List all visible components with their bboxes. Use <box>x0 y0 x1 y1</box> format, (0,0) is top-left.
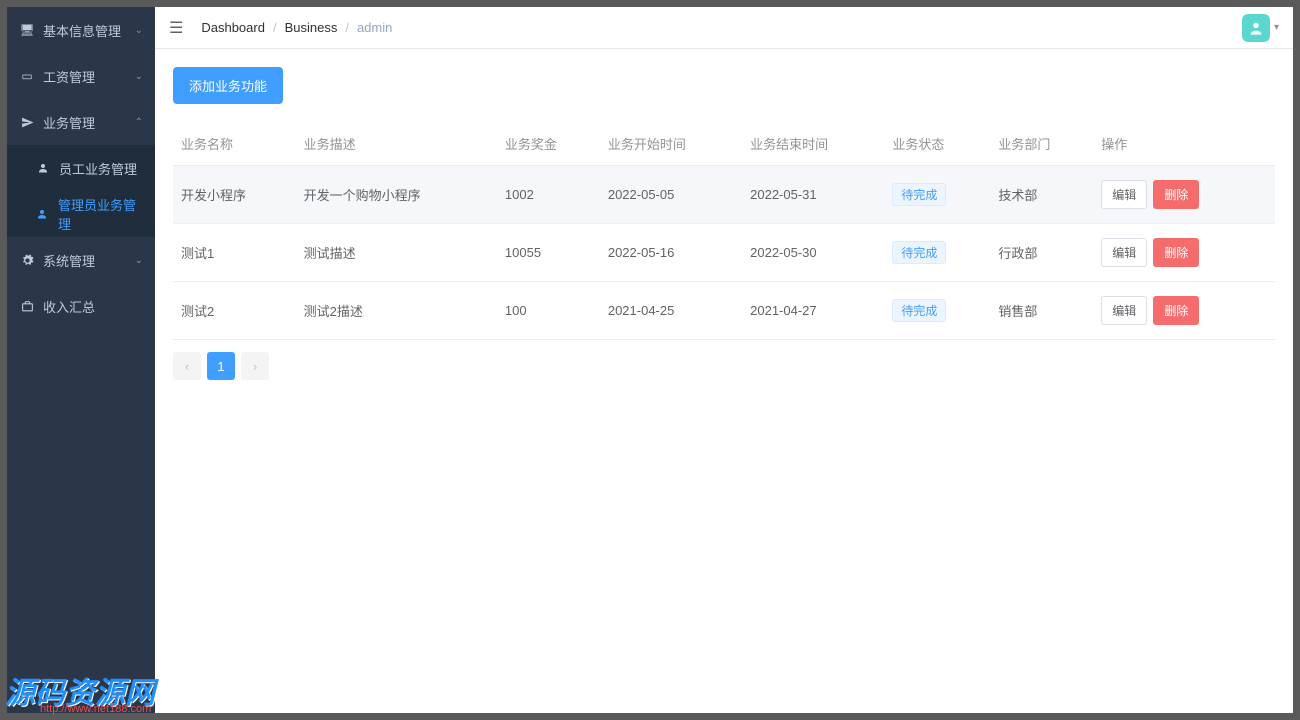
cell-status: 待完成 <box>884 224 990 282</box>
cell-end: 2022-05-31 <box>742 166 884 224</box>
gear-icon <box>19 254 35 267</box>
cell-bonus: 10055 <box>497 224 600 282</box>
sidebar-item-label: 系统管理 <box>43 251 95 270</box>
breadcrumb-item-current: admin <box>357 20 392 35</box>
col-actions: 操作 <box>1093 122 1275 166</box>
cell-bonus: 1002 <box>497 166 600 224</box>
cell-actions: 编辑删除 <box>1093 282 1275 340</box>
sidebar-item-label: 员工业务管理 <box>59 159 137 178</box>
pagination: ‹ 1 › <box>173 352 1275 380</box>
cell-actions: 编辑删除 <box>1093 224 1275 282</box>
delete-button[interactable]: 删除 <box>1153 238 1199 267</box>
edit-button[interactable]: 编辑 <box>1101 296 1147 325</box>
cell-dept: 技术部 <box>990 166 1093 224</box>
col-bonus: 业务奖金 <box>497 122 600 166</box>
topbar: ☰ Dashboard / Business / admin ▾ <box>155 7 1293 49</box>
status-badge: 待完成 <box>892 183 946 206</box>
table-row: 测试2测试2描述1002021-04-252021-04-27 待完成 销售部编辑删… <box>173 282 1275 340</box>
col-dept: 业务部门 <box>990 122 1093 166</box>
cell-actions: 编辑删除 <box>1093 166 1275 224</box>
main-area: ☰ Dashboard / Business / admin ▾ 添加业务功能 <box>155 7 1293 713</box>
cell-desc: 测试描述 <box>296 224 497 282</box>
sidebar-item-label: 收入汇总 <box>43 297 95 316</box>
cell-end: 2021-04-27 <box>742 282 884 340</box>
cell-desc: 测试2描述 <box>296 282 497 340</box>
cell-bonus: 100 <box>497 282 600 340</box>
cell-name: 测试1 <box>173 224 296 282</box>
cell-name: 测试2 <box>173 282 296 340</box>
cell-start: 2022-05-05 <box>600 166 742 224</box>
cell-status: 待完成 <box>884 166 990 224</box>
sidebar-item-label: 工资管理 <box>43 67 95 86</box>
cell-end: 2022-05-30 <box>742 224 884 282</box>
breadcrumb: Dashboard / Business / admin <box>201 20 392 35</box>
avatar <box>1242 14 1270 42</box>
col-desc: 业务描述 <box>296 122 497 166</box>
chevron-down-icon: ⌄ <box>135 25 143 36</box>
breadcrumb-separator: / <box>345 20 349 35</box>
sidebar-item-basic-info[interactable]: 🖥 基本信息管理 ⌄ <box>7 7 155 53</box>
col-start: 业务开始时间 <box>600 122 742 166</box>
hamburger-icon[interactable]: ☰ <box>169 18 183 38</box>
cell-start: 2022-05-16 <box>600 224 742 282</box>
cell-dept: 销售部 <box>990 282 1093 340</box>
chevron-up-icon: ⌃ <box>135 117 143 128</box>
monitor-icon: 🖥 <box>19 23 35 37</box>
sidebar-item-employee-business[interactable]: 员工业务管理 <box>7 145 155 191</box>
page-number-button[interactable]: 1 <box>207 352 235 380</box>
sidebar: 🖥 基本信息管理 ⌄ ▭ 工资管理 ⌄ 业务管理 ⌃ 员工业务管理 <box>7 7 155 713</box>
add-business-button[interactable]: 添加业务功能 <box>173 67 283 104</box>
sidebar-item-label: 基本信息管理 <box>43 21 121 40</box>
user-icon <box>35 162 51 174</box>
col-name: 业务名称 <box>173 122 296 166</box>
id-card-icon: ▭ <box>19 69 35 83</box>
chevron-down-icon: ⌄ <box>135 71 143 82</box>
breadcrumb-separator: / <box>273 20 277 35</box>
sidebar-submenu-business: 员工业务管理 管理员业务管理 <box>7 145 155 237</box>
sidebar-item-business[interactable]: 业务管理 ⌃ <box>7 99 155 145</box>
page-next-button[interactable]: › <box>241 352 269 380</box>
briefcase-icon <box>19 300 35 313</box>
edit-button[interactable]: 编辑 <box>1101 238 1147 267</box>
cell-status: 待完成 <box>884 282 990 340</box>
table-body: 开发小程序开发一个购物小程序10022022-05-052022-05-31 待完… <box>173 166 1275 340</box>
cell-name: 开发小程序 <box>173 166 296 224</box>
delete-button[interactable]: 删除 <box>1153 180 1199 209</box>
caret-down-icon: ▾ <box>1274 22 1279 33</box>
sidebar-item-system[interactable]: 系统管理 ⌄ <box>7 237 155 283</box>
edit-button[interactable]: 编辑 <box>1101 180 1147 209</box>
page-prev-button[interactable]: ‹ <box>173 352 201 380</box>
table-row: 开发小程序开发一个购物小程序10022022-05-052022-05-31 待完… <box>173 166 1275 224</box>
delete-button[interactable]: 删除 <box>1153 296 1199 325</box>
content-area: 添加业务功能 业务名称 业务描述 业务奖金 业务开始时间 业务结束时间 业务状态… <box>155 49 1293 713</box>
status-badge: 待完成 <box>892 241 946 264</box>
chevron-down-icon: ⌄ <box>135 255 143 266</box>
table-row: 测试1测试描述100552022-05-162022-05-30 待完成 行政部编辑… <box>173 224 1275 282</box>
breadcrumb-item[interactable]: Business <box>285 20 338 35</box>
cell-dept: 行政部 <box>990 224 1093 282</box>
sidebar-item-admin-business[interactable]: 管理员业务管理 <box>7 191 155 237</box>
sidebar-item-income[interactable]: 收入汇总 <box>7 283 155 329</box>
breadcrumb-item[interactable]: Dashboard <box>201 20 265 35</box>
app-root: 🖥 基本信息管理 ⌄ ▭ 工资管理 ⌄ 业务管理 ⌃ 员工业务管理 <box>7 7 1293 713</box>
col-status: 业务状态 <box>884 122 990 166</box>
user-filled-icon <box>35 208 50 220</box>
send-icon <box>19 116 35 129</box>
user-menu[interactable]: ▾ <box>1242 14 1279 42</box>
cell-desc: 开发一个购物小程序 <box>296 166 497 224</box>
cell-start: 2021-04-25 <box>600 282 742 340</box>
sidebar-item-salary[interactable]: ▭ 工资管理 ⌄ <box>7 53 155 99</box>
business-table: 业务名称 业务描述 业务奖金 业务开始时间 业务结束时间 业务状态 业务部门 操… <box>173 122 1275 340</box>
col-end: 业务结束时间 <box>742 122 884 166</box>
status-badge: 待完成 <box>892 299 946 322</box>
sidebar-item-label: 业务管理 <box>43 113 95 132</box>
sidebar-item-label: 管理员业务管理 <box>58 195 143 233</box>
